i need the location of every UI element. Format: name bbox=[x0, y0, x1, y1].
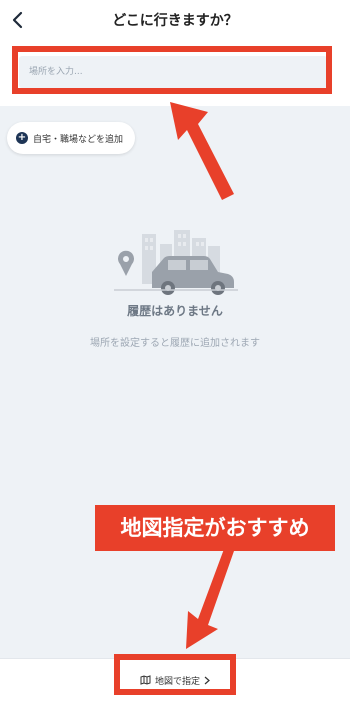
map-select-label: 地図で指定 bbox=[154, 676, 200, 687]
city-car-pin-illustration bbox=[114, 230, 238, 295]
chevron-right-icon bbox=[204, 676, 210, 684]
empty-state-title: 履歴はありません bbox=[127, 304, 223, 318]
page-title: どこに行きますか？ bbox=[112, 13, 238, 29]
add-place-label: 自宅・職場などを追加 bbox=[33, 134, 124, 145]
map-icon bbox=[140, 675, 151, 685]
empty-state-subtitle: 場所を設定すると履歴に追加されます bbox=[90, 338, 260, 349]
header-bar: どこに行きますか？ bbox=[0, 0, 350, 41]
search-input[interactable]: 場所を入力... bbox=[19, 56, 327, 88]
add-place-button[interactable]: + 自宅・職場などを追加 bbox=[7, 122, 136, 154]
plus-circle-icon: + bbox=[16, 132, 28, 144]
map-select-button[interactable]: 地図で指定 bbox=[124, 668, 226, 692]
footer-bar: 地図で指定 bbox=[0, 658, 350, 701]
search-section: 場所を入力... bbox=[0, 40, 350, 106]
content-area: + 自宅・職場などを追加 履歴はありません 場所を設定すると履歴に追加されます bbox=[0, 106, 350, 658]
callout-label: 地図指定がおすすめ bbox=[95, 505, 335, 551]
